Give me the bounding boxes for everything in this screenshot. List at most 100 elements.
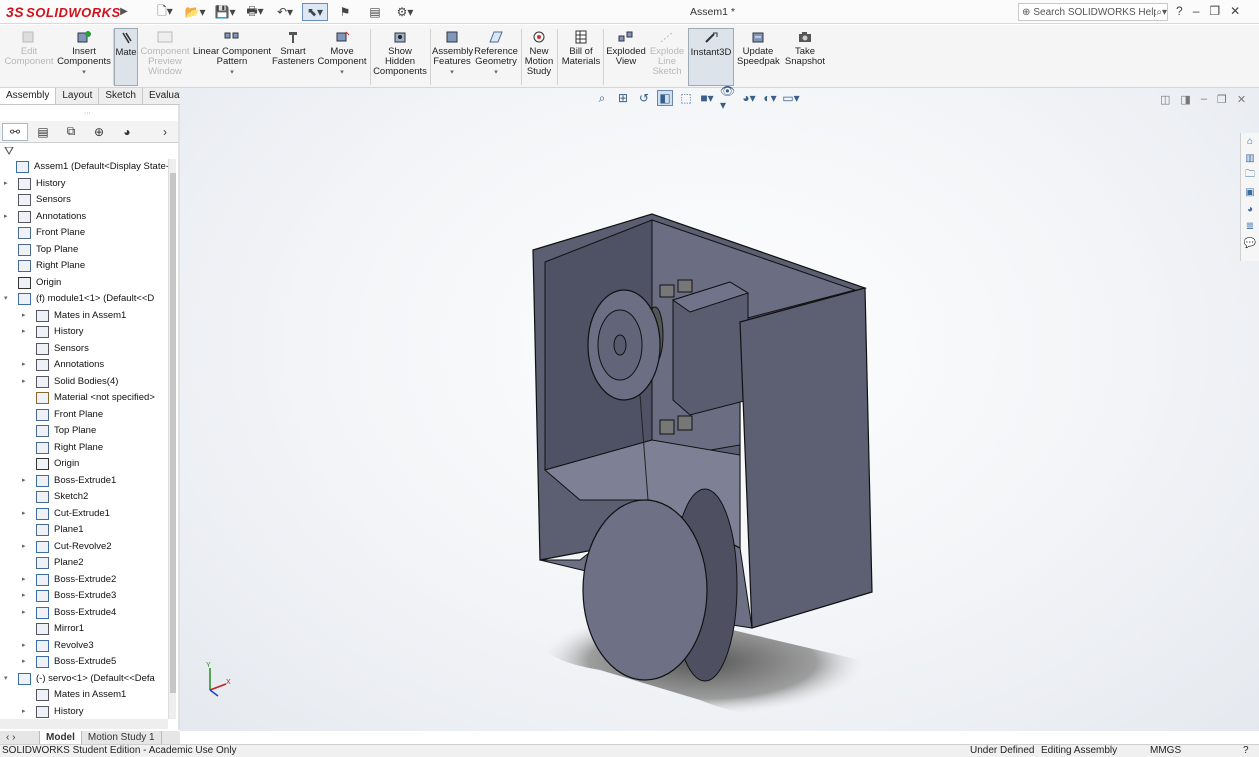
forum-icon[interactable]: 💬 bbox=[1241, 235, 1259, 252]
dropdown-arrow-icon[interactable]: ▾ bbox=[474, 68, 518, 78]
rebuild-icon[interactable]: ⚑ bbox=[332, 3, 358, 21]
smart-fasteners-button[interactable]: Smart Fasteners bbox=[272, 28, 314, 86]
display-style-icon[interactable]: ■▾ bbox=[699, 90, 715, 106]
dropdown-arrow-icon[interactable]: ▾ bbox=[56, 68, 112, 78]
chevron-right-icon[interactable]: › bbox=[152, 123, 178, 141]
dropdown-arrow-icon[interactable]: ▾ bbox=[316, 68, 368, 78]
dropdown-arrow-icon[interactable]: ▾ bbox=[432, 68, 472, 78]
linear-component-pattern-button[interactable]: Linear Component Pattern ▾ bbox=[192, 28, 272, 86]
tree-item[interactable]: ▾ (-) servo<1> (Default<<Defa bbox=[0, 671, 168, 687]
tree-item[interactable]: ▸ Annotations bbox=[0, 357, 168, 373]
view-orientation-icon[interactable]: ⬚ bbox=[678, 90, 694, 106]
tab-motion-study-1[interactable]: Motion Study 1 bbox=[82, 731, 162, 744]
exploded-view-button[interactable]: Exploded View bbox=[605, 28, 647, 86]
expand-toggle-icon[interactable]: ▸ bbox=[22, 588, 30, 604]
expand-toggle-icon[interactable]: ▸ bbox=[22, 324, 30, 340]
expand-toggle-icon[interactable]: ▸ bbox=[4, 209, 12, 225]
3d-model-render[interactable] bbox=[180, 88, 1259, 731]
tree-item[interactable]: ▸ Cut-Extrude1 bbox=[0, 506, 168, 522]
tree-item[interactable]: ▸ Boss-Extrude4 bbox=[0, 605, 168, 621]
help-icon[interactable]: ? bbox=[1176, 4, 1183, 18]
tree-vertical-scrollbar[interactable] bbox=[168, 159, 176, 719]
new-document-icon[interactable]: 🗋▾ bbox=[152, 3, 178, 21]
help-search-box[interactable]: ⊕ Search SOLIDWORKS Help ⌕▾ bbox=[1018, 3, 1168, 21]
tab-assembly[interactable]: Assembly bbox=[0, 88, 57, 104]
expand-toggle-icon[interactable]: ▸ bbox=[4, 176, 12, 192]
expand-toggle-icon[interactable]: ▸ bbox=[22, 506, 30, 522]
tree-item[interactable]: Sketch2 bbox=[0, 489, 168, 505]
edit-appearance-icon[interactable]: ◕▾ bbox=[741, 90, 757, 106]
mate-button[interactable]: Mate bbox=[114, 28, 138, 86]
tree-item[interactable]: ▸ Boss-Extrude2 bbox=[0, 572, 168, 588]
hide-show-items-icon[interactable]: 👁▾ bbox=[720, 84, 736, 112]
home-icon[interactable]: ⌂ bbox=[1241, 133, 1259, 150]
section-view-icon[interactable]: ◧ bbox=[657, 90, 673, 106]
status-units[interactable]: MMGS bbox=[1150, 745, 1181, 757]
tree-item[interactable]: ▸ History bbox=[0, 324, 168, 340]
tree-item[interactable]: Assem1 (Default<Display State-1 bbox=[0, 159, 168, 175]
tree-item[interactable]: Origin bbox=[0, 456, 168, 472]
design-library-icon[interactable]: ▥ bbox=[1241, 150, 1259, 167]
tree-item[interactable]: Right Plane bbox=[0, 258, 168, 274]
tree-item[interactable]: Origin bbox=[0, 275, 168, 291]
viewport-minimize-button[interactable]: – bbox=[1201, 93, 1207, 106]
new-motion-study-button[interactable]: New Motion Study bbox=[523, 28, 555, 86]
expand-toggle-icon[interactable]: ▸ bbox=[22, 374, 30, 390]
file-explorer-icon[interactable]: 🗀 bbox=[1241, 167, 1259, 184]
tree-item[interactable]: ▸ Boss-Extrude1 bbox=[0, 473, 168, 489]
assembly-features-button[interactable]: Assembly Features ▾ bbox=[432, 28, 473, 86]
viewport-close-button[interactable]: ✕ bbox=[1237, 93, 1246, 106]
undo-icon[interactable]: ↶▾ bbox=[272, 3, 298, 21]
tree-item[interactable]: Material <not specified> bbox=[0, 390, 168, 406]
tree-item[interactable]: ▸ Annotations bbox=[0, 209, 168, 225]
graphics-area[interactable] bbox=[180, 88, 1259, 731]
expand-toggle-icon[interactable]: ▸ bbox=[22, 539, 30, 555]
tree-item[interactable]: ▸ Revolve3 bbox=[0, 638, 168, 654]
status-help-icon[interactable]: ? bbox=[1243, 745, 1249, 757]
bill-of-materials-button[interactable]: Bill of Materials bbox=[561, 28, 601, 86]
file-properties-icon[interactable]: ▤ bbox=[362, 3, 388, 21]
open-icon[interactable]: 📂▾ bbox=[182, 3, 208, 21]
dropdown-arrow-icon[interactable]: ▾ bbox=[192, 68, 272, 78]
search-input[interactable]: Search SOLIDWORKS Help bbox=[1033, 7, 1156, 18]
update-speedpak-button[interactable]: Update Speedpak bbox=[737, 28, 780, 86]
tree-item[interactable]: Mates in Assem1 bbox=[0, 687, 168, 703]
zoom-to-fit-icon[interactable]: ⌕ bbox=[594, 90, 610, 106]
print-icon[interactable]: 🖶▾ bbox=[242, 3, 268, 21]
configuration-manager-tab-icon[interactable]: ⧉ bbox=[58, 123, 84, 141]
tree-item[interactable]: Top Plane bbox=[0, 423, 168, 439]
tree-item[interactable]: Plane2 bbox=[0, 555, 168, 571]
select-pointer-icon[interactable]: ⬉▾ bbox=[302, 3, 328, 21]
apply-scene-icon[interactable]: ◐▾ bbox=[762, 90, 778, 106]
expand-toggle-icon[interactable]: ▸ bbox=[22, 572, 30, 588]
minimize-button[interactable]: – bbox=[1193, 4, 1200, 18]
panel-grip-icon[interactable]: ⋯ bbox=[84, 109, 91, 117]
tree-item[interactable]: ▸ Boss-Extrude5 bbox=[0, 654, 168, 670]
explode-line-sketch-button[interactable]: Explode Line Sketch bbox=[649, 28, 685, 86]
zoom-to-area-icon[interactable]: ⊞ bbox=[615, 90, 631, 106]
expand-toggle-icon[interactable]: ▸ bbox=[22, 638, 30, 654]
tab-sketch[interactable]: Sketch bbox=[99, 88, 143, 104]
viewport-split-icon[interactable]: ◫ bbox=[1160, 93, 1170, 106]
tree-item[interactable]: ▸ History bbox=[0, 176, 168, 192]
edit-component-button[interactable]: Edit Component bbox=[4, 28, 54, 86]
close-button[interactable]: ✕ bbox=[1230, 4, 1240, 18]
tree-item[interactable]: Right Plane bbox=[0, 440, 168, 456]
tab-layout[interactable]: Layout bbox=[56, 88, 100, 104]
property-manager-tab-icon[interactable]: ▤ bbox=[30, 123, 56, 141]
viewport-restore-button[interactable]: ❐ bbox=[1217, 93, 1227, 106]
menu-flyout-arrow-icon[interactable]: ▶ bbox=[118, 4, 130, 20]
show-hidden-components-button[interactable]: Show Hidden Components bbox=[372, 28, 428, 86]
reference-geometry-button[interactable]: Reference Geometry ▾ bbox=[474, 28, 518, 86]
viewport-pane-icon[interactable]: ◨ bbox=[1180, 93, 1190, 106]
search-icon[interactable]: ⌕▾ bbox=[1156, 7, 1167, 18]
filter-icon[interactable]: ⛛ bbox=[4, 144, 14, 159]
tree-item[interactable]: ▸ Boss-Extrude3 bbox=[0, 588, 168, 604]
feature-manager-tab-icon[interactable]: ⚯ bbox=[2, 122, 28, 141]
insert-components-button[interactable]: Insert Components ▾ bbox=[56, 28, 112, 86]
restore-button[interactable]: ❐ bbox=[1209, 4, 1220, 18]
tab-scroll-arrows[interactable]: ‹ › bbox=[0, 731, 40, 744]
tree-item[interactable]: Sensors bbox=[0, 341, 168, 357]
expand-toggle-icon[interactable]: ▾ bbox=[4, 671, 12, 687]
expand-toggle-icon[interactable]: ▸ bbox=[22, 308, 30, 324]
